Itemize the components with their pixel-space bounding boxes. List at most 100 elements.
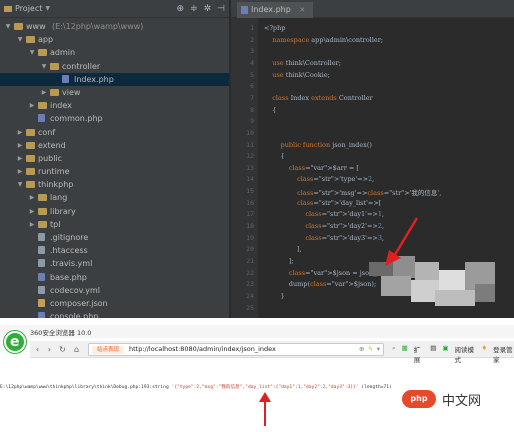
chevron-right-icon[interactable]: ▶: [16, 165, 24, 178]
tree-item[interactable]: ▼ controller: [0, 60, 229, 73]
site-cert-badge[interactable]: 站点表现: [92, 346, 124, 354]
tree-item[interactable]: ▶ tpl: [0, 218, 229, 231]
address-bar[interactable]: 站点表现 http://localhost:8080/admin/index/j…: [88, 343, 384, 356]
chevron-right-icon[interactable]: ▶: [28, 218, 36, 231]
chevron-right-icon[interactable]: ▶: [16, 152, 24, 165]
tree-item[interactable]: ▶ runtime: [0, 165, 229, 178]
tree-item[interactable]: ▼ www (E:\12php\wamp\www): [0, 20, 229, 33]
browser-titlebar: 360安全浏览器 10.0: [0, 325, 514, 338]
search-icon[interactable]: ⌕: [392, 344, 396, 364]
json-file-icon: [38, 298, 45, 307]
dropdown-icon[interactable]: ▾: [377, 345, 380, 353]
php-file-icon: [38, 312, 45, 318]
line-number: 14: [246, 175, 254, 184]
extensions-icon[interactable]: ▦: [402, 344, 408, 364]
back-icon[interactable]: ‹: [32, 344, 43, 355]
chevron-right-icon[interactable]: ▶: [40, 86, 48, 99]
tree-item[interactable]: base.php: [0, 271, 229, 284]
project-view-selector[interactable]: Project ▼: [4, 4, 50, 13]
chevron-right-icon[interactable]: ▶: [28, 205, 36, 218]
tree-item-label: app: [38, 35, 54, 45]
chevron-down-icon[interactable]: ▼: [16, 178, 24, 191]
line-number: 16: [246, 198, 254, 207]
folder-icon: [50, 62, 59, 70]
refresh-icon[interactable]: ↻: [57, 344, 68, 355]
tab-index-php[interactable]: Index.php ✕: [237, 2, 314, 18]
folder-icon: [38, 102, 47, 110]
login-manager-label[interactable]: 登录管家: [493, 344, 514, 364]
folder-icon: [26, 36, 35, 44]
tree-item[interactable]: ▼ admin: [0, 46, 229, 59]
reader-mode-label[interactable]: 阅读模式: [455, 344, 476, 364]
chevron-right-icon[interactable]: ▶: [28, 191, 36, 204]
txt-file-icon: [38, 285, 45, 294]
chevron-down-icon[interactable]: ▼: [16, 33, 24, 46]
collapse-icon[interactable]: ≑: [190, 4, 198, 14]
tree-item[interactable]: .gitignore: [0, 231, 229, 244]
password-icon[interactable]: ♦: [481, 344, 487, 364]
home-icon[interactable]: ⌂: [71, 344, 82, 355]
folder-icon: [26, 141, 35, 149]
tree-item[interactable]: ▼ thinkphp: [0, 178, 229, 191]
chevron-right-icon[interactable]: ▶: [16, 139, 24, 152]
project-panel-title: Project: [15, 4, 43, 13]
hide-icon[interactable]: ⊣: [217, 4, 225, 14]
page-output: E:\12php\wamp\www\thinkphp\library\think…: [0, 384, 392, 390]
sync-icon[interactable]: ⊕: [177, 4, 185, 14]
tree-item[interactable]: ▶ public: [0, 152, 229, 165]
tree-item[interactable]: ▶ conf: [0, 126, 229, 139]
tree-item[interactable]: ▶ library: [0, 205, 229, 218]
tree-item-label: console.php: [50, 312, 99, 318]
line-number: 21: [246, 257, 254, 265]
tree-item[interactable]: ▶ view: [0, 86, 229, 99]
code-line: ],: [264, 245, 302, 254]
code-line: {: [264, 152, 285, 161]
chevron-down-icon[interactable]: ▼: [40, 60, 48, 73]
folder-icon: [14, 23, 23, 30]
tree-item-label: controller: [62, 61, 101, 71]
reader-icon[interactable]: ▣: [442, 344, 448, 364]
folder-icon: [38, 207, 47, 215]
code-line: class="str">'day1'=>1,: [305, 210, 385, 219]
tree-item[interactable]: ▶ index: [0, 99, 229, 112]
forward-icon[interactable]: ›: [44, 344, 55, 355]
chevron-down-icon[interactable]: ▼: [4, 20, 12, 33]
chevron-right-icon[interactable]: ▶: [28, 99, 36, 112]
tree-item[interactable]: .htaccess: [0, 244, 229, 257]
chevron-right-icon[interactable]: ▶: [16, 126, 24, 139]
code-line: ];: [264, 257, 294, 265]
tree-item[interactable]: codecov.yml: [0, 284, 229, 297]
tree-item[interactable]: .travis.yml: [0, 257, 229, 270]
close-icon[interactable]: ✕: [299, 6, 305, 14]
lightning-icon[interactable]: ϟ: [368, 345, 372, 353]
line-number: 19: [246, 233, 254, 242]
chevron-down-icon[interactable]: ▼: [28, 46, 36, 59]
tree-item[interactable]: ▶ extend: [0, 139, 229, 152]
line-number: 4: [250, 58, 254, 67]
gear-icon[interactable]: ✲: [204, 4, 212, 14]
project-panel: Project ▼ ⊕ ≑ ✲ ⊣ ▼ www (E:\12php\wamp\www…: [0, 0, 230, 318]
code-line: class="str">'msg'=>class="str">'我的信息',: [297, 189, 442, 198]
extensions-label[interactable]: 扩展: [414, 344, 424, 364]
code-line: class="str">'day2'=>2,: [305, 222, 385, 231]
project-tree: ▼ www (E:\12php\wamp\www) ▼ app ▼ admin ▼ contro…: [0, 18, 229, 318]
url-text[interactable]: http://localhost:8080/admin/index/json_i…: [129, 345, 276, 353]
security-icon[interactable]: ⊕: [359, 345, 364, 353]
tree-item[interactable]: common.php: [0, 112, 229, 125]
editor-tabs: Index.php ✕: [231, 0, 514, 18]
tree-item[interactable]: ▼ app: [0, 33, 229, 46]
tree-item[interactable]: console.php: [0, 310, 229, 318]
folder-icon: [26, 168, 35, 176]
tree-item[interactable]: ▶ lang: [0, 191, 229, 204]
folder-icon: [38, 49, 47, 57]
grid-icon[interactable]: ▤: [430, 344, 436, 364]
php-file-icon: [241, 6, 248, 14]
tree-item[interactable]: Index.php: [0, 72, 229, 86]
json-string: '{"type":2,"msg":"我的信息","day_list":{"day…: [171, 385, 359, 390]
tree-item-label: lang: [50, 193, 68, 203]
browser-right-tools: ⌕ ▦ 扩展 ▤ ▣ 阅读模式 ♦ 登录管家: [392, 344, 514, 364]
browser-logo: e: [4, 331, 26, 353]
line-number: 13: [246, 163, 254, 172]
tree-item[interactable]: composer.json: [0, 297, 229, 310]
watermark-text: 中文网: [442, 393, 482, 409]
